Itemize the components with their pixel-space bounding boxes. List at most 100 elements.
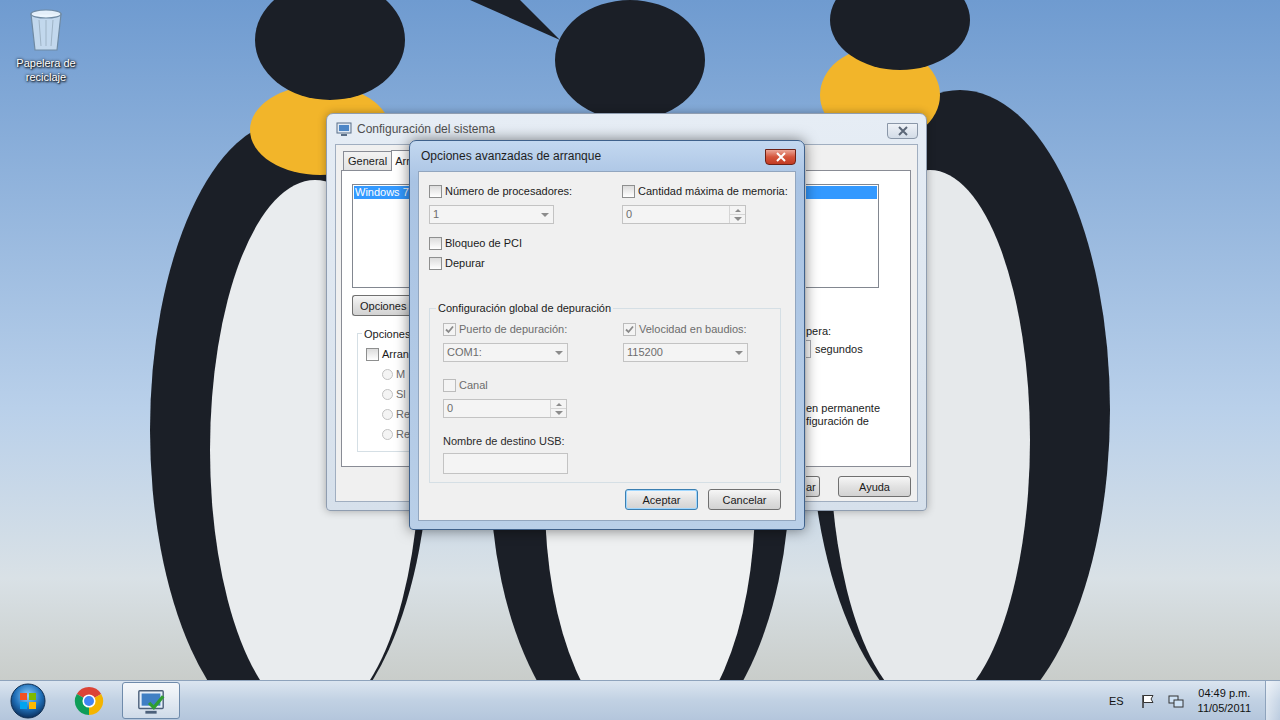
clock[interactable]: 04:49 p.m. 11/05/2011	[1196, 686, 1253, 716]
radio-label: Sl	[396, 387, 406, 401]
close-button[interactable]	[887, 123, 918, 139]
dialog-button[interactable]: Aceptar	[625, 489, 698, 510]
checkbox	[443, 323, 456, 336]
language-indicator[interactable]: ES	[1105, 695, 1128, 707]
boot-list[interactable]: Windows 7	[352, 184, 410, 288]
radio-label: Re	[396, 427, 410, 441]
system-tray: ES 04:49 p.m. 11/05/2011	[1105, 681, 1280, 720]
boot-list[interactable]	[806, 184, 879, 288]
window-title: Configuración del sistema	[357, 122, 887, 136]
taskbar: ES 04:49 p.m. 11/05/2011	[0, 680, 1280, 720]
desktop-icon-label: Papelera de reciclaje	[8, 56, 84, 84]
boot-options-group: Opciones Arran M Sl Re Re	[357, 333, 410, 452]
dropdown: 115200	[623, 343, 748, 362]
desktop: Papelera de reciclaje Configuración del …	[0, 0, 1280, 680]
flags: Bloqueo de PCI Depurar	[429, 236, 789, 270]
check-icon	[624, 324, 635, 335]
spin-buttons	[729, 206, 745, 223]
taskbar-app[interactable]	[122, 682, 180, 719]
field-value: 0	[623, 206, 729, 223]
option-checkbox[interactable]: Cantidad máxima de memoria:	[622, 184, 789, 198]
boot-list-item[interactable]: Windows 7	[354, 186, 410, 199]
debug-setting: Puerto de depuración: COM1:	[443, 322, 623, 362]
note-line: en permanente	[806, 402, 910, 415]
start-button[interactable]	[0, 681, 56, 720]
checkbox-label: Velocidad en baudios:	[639, 322, 747, 336]
debug-setting: Canal 0	[443, 378, 623, 418]
options-grid: Número de procesadores: 1 Cantidad máxim…	[429, 184, 789, 224]
advanced-boot-dialog[interactable]: Opciones avanzadas de arranque Número de…	[409, 140, 805, 530]
network-icon[interactable]	[1168, 693, 1184, 709]
group-label: Opciones	[362, 327, 412, 341]
timeout-spinner[interactable]	[806, 340, 811, 358]
action-center-flag-icon[interactable]	[1140, 693, 1156, 709]
dropdown-arrow-icon	[731, 344, 747, 361]
spinner: 0	[622, 205, 746, 224]
close-icon	[897, 126, 909, 136]
check-icon	[444, 324, 455, 335]
permanent-note: en permanentefiguración de	[806, 402, 910, 428]
radio-label: M	[396, 367, 405, 381]
checkbox[interactable]	[622, 185, 635, 198]
msconfig-icon	[336, 121, 352, 137]
dropdown: COM1:	[443, 343, 568, 362]
radio-button	[382, 409, 393, 420]
option-checkbox[interactable]: Número de procesadores:	[429, 184, 622, 198]
clock-date: 11/05/2011	[1198, 701, 1251, 716]
checkbox-label: Arran	[382, 347, 409, 361]
field-value: COM1:	[444, 344, 551, 361]
checkbox	[443, 379, 456, 392]
usb-target-label: Nombre de destino USB:	[443, 434, 772, 448]
close-button[interactable]	[765, 149, 796, 165]
spin-down-icon	[730, 214, 745, 223]
help-button[interactable]: Ayuda	[838, 476, 911, 497]
tab[interactable]: General	[343, 151, 392, 170]
chrome-icon	[74, 686, 104, 716]
radio-option: M	[382, 367, 410, 381]
tab-bar: GeneralArr	[343, 150, 410, 170]
radio-option: Sl	[382, 387, 410, 401]
debug-settings: Puerto de depuración: COM1: Velocidad en…	[443, 322, 772, 418]
field-value	[444, 454, 567, 473]
checkbox-label: Número de procesadores:	[445, 184, 572, 198]
checkbox-label: Bloqueo de PCI	[445, 236, 522, 250]
checkbox[interactable]	[429, 257, 442, 270]
usb-target: Nombre de destino USB:	[443, 434, 772, 474]
radio-button	[382, 389, 393, 400]
debug-setting: Velocidad en baudios: 115200	[623, 322, 772, 362]
dialog-button[interactable]: Cancelar	[708, 489, 781, 510]
button-row: ar Ayuda	[806, 476, 911, 497]
timeout-row: segundos	[806, 340, 910, 358]
tab-page: Windows 7 Opciones Opciones Arran M Sl R…	[341, 170, 410, 467]
options-button[interactable]: Opciones	[352, 295, 410, 316]
msconfig-icon	[136, 686, 166, 716]
taskbar-app[interactable]	[60, 682, 118, 719]
apply-button[interactable]: ar	[806, 476, 820, 497]
checkbox-label: Depurar	[445, 256, 485, 270]
flag-checkbox[interactable]: Bloqueo de PCI	[429, 236, 789, 250]
checkbox[interactable]	[429, 185, 442, 198]
tab-page: pera: segundos en permanentefiguración d…	[806, 170, 911, 467]
boot-list-item[interactable]	[806, 186, 877, 199]
spin-up-icon	[730, 206, 745, 214]
dropdown: 1	[429, 205, 554, 224]
checkbox[interactable]	[429, 237, 442, 250]
windows-orb-icon	[8, 681, 48, 720]
radio-button	[382, 369, 393, 380]
setting-checkbox: Canal	[443, 378, 623, 392]
show-desktop-button[interactable]	[1265, 681, 1280, 720]
setting-checkbox: Puerto de depuración:	[443, 322, 623, 336]
safe-boot-option[interactable]: Arran	[366, 347, 410, 361]
field-value: 115200	[624, 344, 731, 361]
dialog-title: Opciones avanzadas de arranque	[419, 149, 765, 163]
title-bar[interactable]: Opciones avanzadas de arranque	[410, 141, 804, 171]
checkbox-label: Canal	[459, 378, 488, 392]
flag-checkbox[interactable]: Depurar	[429, 256, 789, 270]
tab[interactable]: Arr	[391, 150, 410, 171]
desktop-icon[interactable]: Papelera de reciclaje	[8, 6, 84, 84]
recycle-bin-icon	[26, 6, 66, 52]
button-row: Aceptar Cancelar	[429, 489, 781, 510]
checkbox[interactable]	[366, 348, 379, 361]
spin-down-icon	[551, 408, 566, 417]
radio-option: Re	[382, 407, 410, 421]
